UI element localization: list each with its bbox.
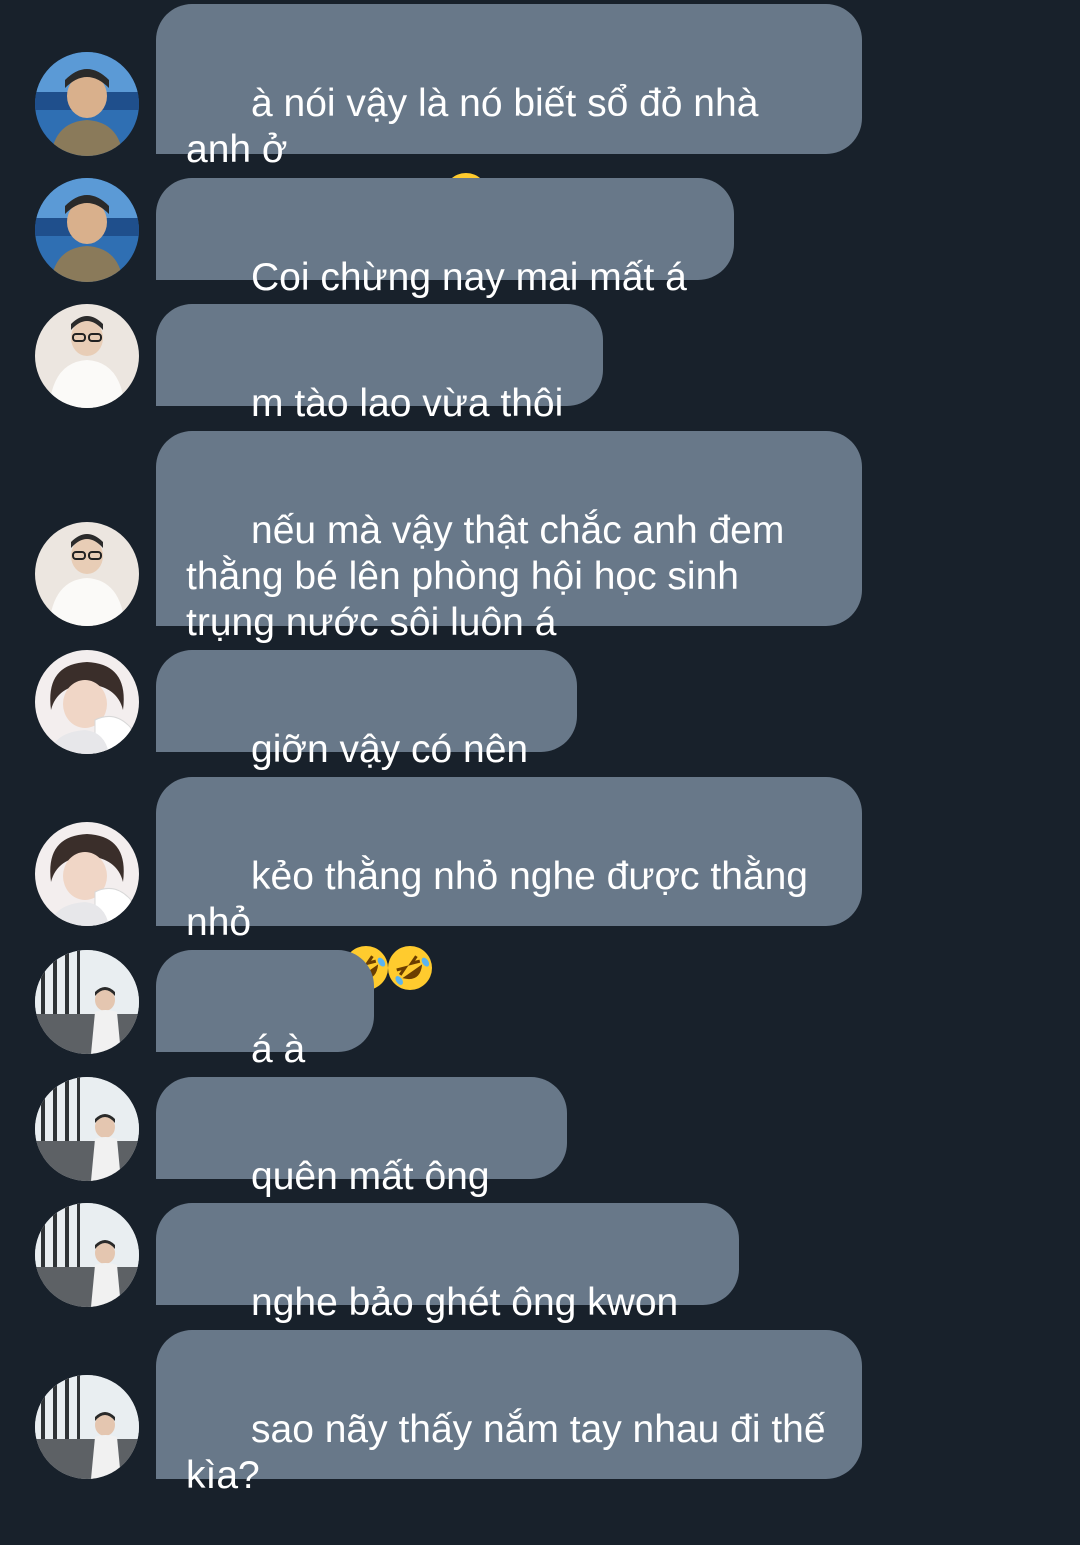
avatar[interactable] (35, 522, 139, 626)
avatar[interactable] (35, 52, 139, 156)
message-bubble[interactable]: sao nãy thấy nắm tay nhau đi thế kìa? (156, 1330, 862, 1497)
avatar-photo-icon (35, 304, 139, 408)
message-bubble[interactable]: kẻo thằng nhỏ nghe được thằng nhỏ khóc q… (156, 777, 862, 991)
avatar[interactable] (35, 1077, 139, 1181)
message-bubble[interactable]: Coi chừng nay mai mất á nha (156, 178, 734, 345)
avatar-photo-icon (35, 822, 139, 926)
avatar-photo-icon (35, 1077, 139, 1181)
avatar[interactable] (35, 1203, 139, 1307)
avatar-photo-icon (35, 1203, 139, 1307)
avatar[interactable] (35, 822, 139, 926)
avatar-photo-icon (35, 650, 139, 754)
avatar[interactable] (35, 650, 139, 754)
avatar-photo-icon (35, 1375, 139, 1479)
avatar[interactable] (35, 178, 139, 282)
message-text: sao nãy thấy nắm tay nhau đi thế kìa? (186, 1408, 826, 1497)
message-bubble[interactable]: á à từ từ (156, 950, 374, 1117)
avatar-photo-icon (35, 950, 139, 1054)
message-bubble[interactable]: quên mất ông Hoon (156, 1077, 567, 1244)
message-bubble[interactable]: à nói vậy là nó biết sổ đỏ nhà anh ở đâu… (156, 4, 862, 218)
message-text: nếu mà vậy thật chắc anh đem thằng bé lê… (186, 509, 785, 644)
chat-thread: à nói vậy là nó biết sổ đỏ nhà anh ở đâu… (0, 0, 1080, 1497)
avatar-photo-icon (35, 522, 139, 626)
avatar[interactable] (35, 950, 139, 1054)
message-bubble[interactable]: giỡn vậy có nên k tr? (156, 650, 577, 817)
message-bubble[interactable]: m tào lao vừa thôi em (156, 304, 603, 471)
avatar-photo-icon (35, 178, 139, 282)
avatar-photo-icon (35, 52, 139, 156)
rofl-emoji-icon (388, 946, 433, 990)
avatar[interactable] (35, 304, 139, 408)
message-bubble[interactable]: nếu mà vậy thật chắc anh đem thằng bé lê… (156, 431, 862, 644)
avatar[interactable] (35, 1375, 139, 1479)
message-bubble[interactable]: nghe bảo ghét ông kwon mà? (156, 1203, 739, 1370)
